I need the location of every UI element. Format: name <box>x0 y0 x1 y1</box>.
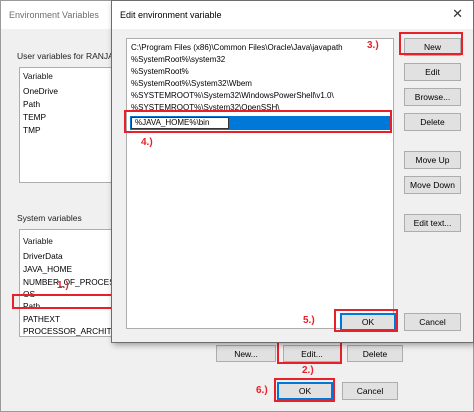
step-5-label: 5.) <box>303 315 315 326</box>
env-cancel-button[interactable]: Cancel <box>342 382 398 400</box>
move-up-button[interactable]: Move Up <box>404 151 461 169</box>
user-var-onedrive[interactable]: OneDrive <box>23 85 58 97</box>
selected-entry-row[interactable]: %JAVA_HOME%\bin <box>130 116 392 130</box>
path-entry-1[interactable]: C:\Program Files (x86)\Common Files\Orac… <box>131 42 343 53</box>
path-entry-5[interactable]: %SYSTEMROOT%\System32\WindowsPowerShell\… <box>131 90 334 101</box>
system-new-button[interactable]: New... <box>216 345 276 362</box>
user-var-path[interactable]: Path <box>23 98 40 110</box>
env-ok-button[interactable]: OK <box>277 382 333 400</box>
user-var-temp[interactable]: TEMP <box>23 111 46 123</box>
system-edit-button[interactable]: Edit... <box>283 345 341 362</box>
move-down-button[interactable]: Move Down <box>404 176 461 194</box>
system-variables-label: System variables <box>17 213 82 223</box>
browse-button[interactable]: Browse... <box>404 88 461 106</box>
new-button[interactable]: New <box>404 38 461 56</box>
path-entry-3[interactable]: %SystemRoot% <box>131 66 189 77</box>
column-header-variable[interactable]: Variable <box>23 70 53 82</box>
column-header-variable[interactable]: Variable <box>23 235 53 247</box>
step-3-label: 3.) <box>367 40 379 51</box>
sys-var-java-home[interactable]: JAVA_HOME <box>23 263 72 275</box>
edit-text-button[interactable]: Edit text... <box>404 214 461 232</box>
close-icon[interactable]: ✕ <box>452 6 463 22</box>
sys-var-processor-architecture[interactable]: PROCESSOR_ARCHITECT <box>23 325 114 336</box>
new-entry-input[interactable]: %JAVA_HOME%\bin <box>131 117 229 129</box>
window-title: Environment Variables <box>9 10 99 20</box>
user-var-tmp[interactable]: TMP <box>23 124 41 136</box>
step-1-label: 1.) <box>57 280 69 291</box>
path-entry-6[interactable]: %SYSTEMROOT%\System32\OpenSSH\ <box>131 102 280 113</box>
sys-var-number-of-processors[interactable]: NUMBER_OF_PROCESSORS <box>23 276 114 288</box>
edit-dialog-titlebar: Edit environment variable ✕ <box>112 1 473 29</box>
step-6-label: 6.) <box>256 385 268 396</box>
step-4-label: 4.) <box>141 137 153 148</box>
edit-button[interactable]: Edit <box>404 63 461 81</box>
user-variables-label: User variables for RANJAN <box>17 51 120 61</box>
delete-button[interactable]: Delete <box>404 113 461 131</box>
edit-environment-variable-dialog: Edit environment variable ✕ C:\Program F… <box>111 0 474 343</box>
user-variables-list[interactable]: Variable OneDrive Path TEMP TMP <box>19 67 115 183</box>
sys-var-os[interactable]: OS <box>23 288 35 300</box>
sys-var-pathext[interactable]: PATHEXT <box>23 313 60 325</box>
dialog-ok-button[interactable]: OK <box>340 313 396 331</box>
path-entry-4[interactable]: %SystemRoot%\System32\Wbem <box>131 78 252 89</box>
dialog-title: Edit environment variable <box>120 10 222 20</box>
sys-var-driverdata[interactable]: DriverData <box>23 250 63 262</box>
path-entry-2[interactable]: %SystemRoot%\system32 <box>131 54 225 65</box>
path-entries-list[interactable]: C:\Program Files (x86)\Common Files\Orac… <box>126 38 394 329</box>
system-delete-button[interactable]: Delete <box>347 345 403 362</box>
dialog-cancel-button[interactable]: Cancel <box>404 313 461 331</box>
sys-var-path[interactable]: Path <box>23 300 40 312</box>
step-2-label: 2.) <box>302 365 314 376</box>
